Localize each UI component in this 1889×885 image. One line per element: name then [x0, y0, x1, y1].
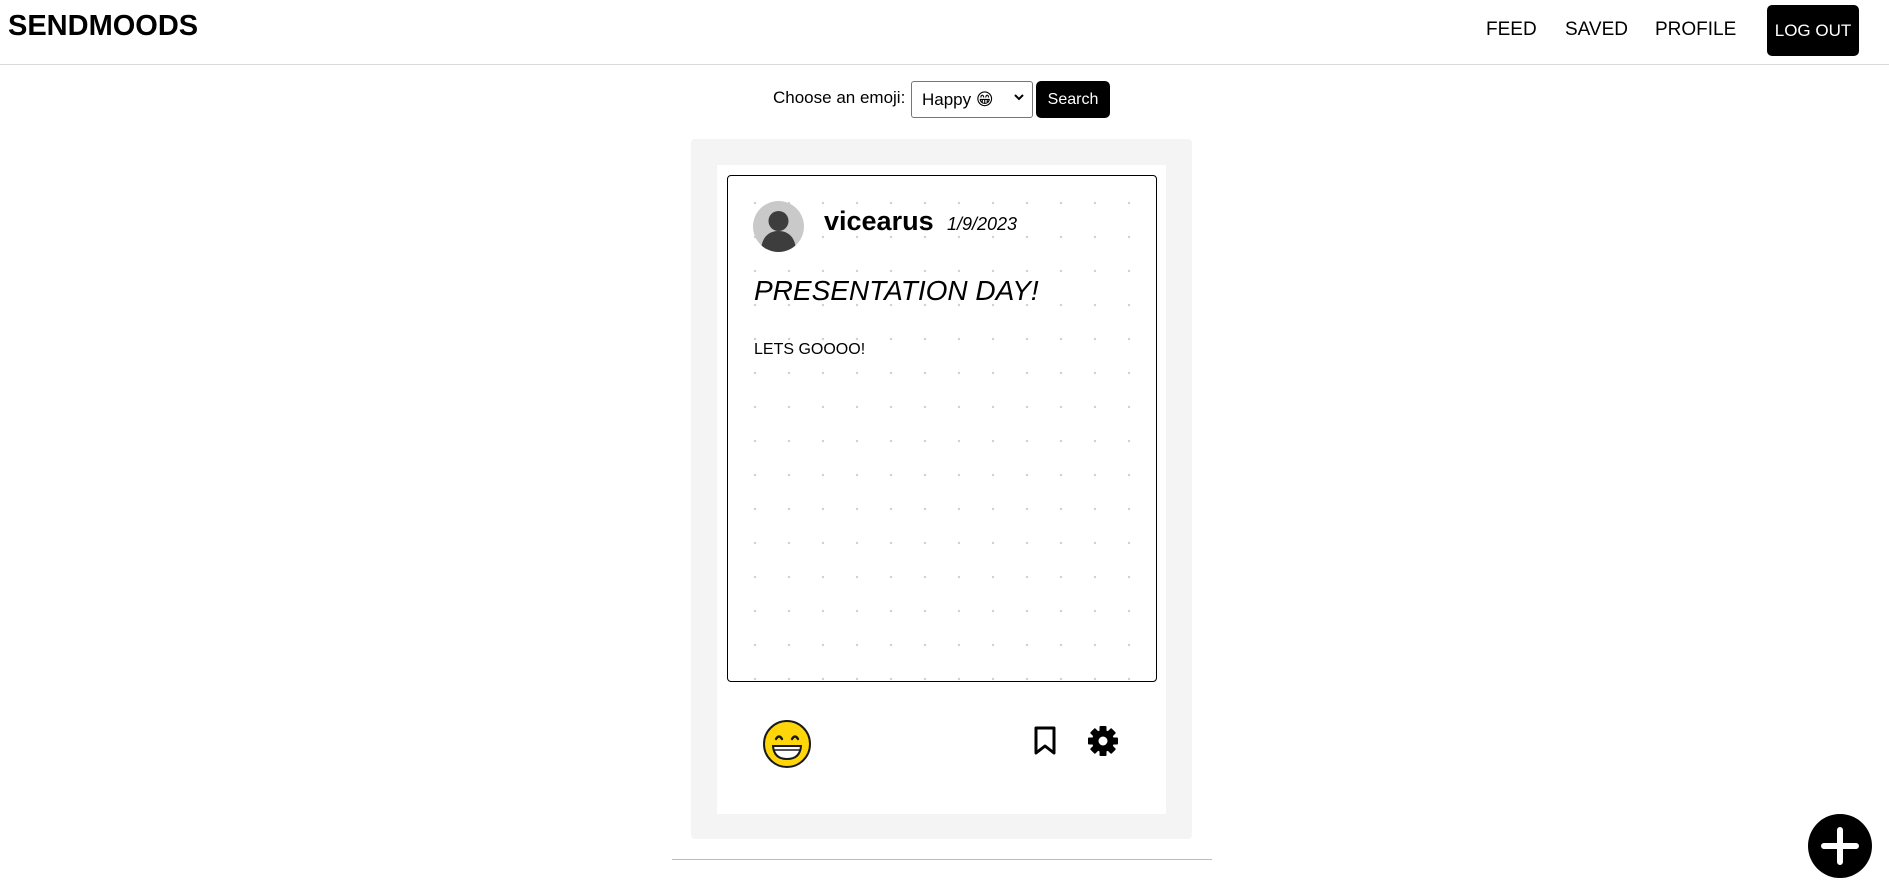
add-post-button[interactable]	[1808, 814, 1872, 878]
post-username[interactable]: vicearus	[824, 206, 934, 237]
search-button[interactable]: Search	[1036, 81, 1110, 118]
chevron-down-icon	[1013, 90, 1025, 107]
post-date: 1/9/2023	[947, 214, 1018, 234]
gear-icon[interactable]	[1087, 725, 1119, 757]
nav-saved-link[interactable]: SAVED	[1565, 19, 1628, 41]
plus-icon	[1821, 827, 1859, 865]
bookmark-icon[interactable]	[1033, 726, 1057, 756]
avatar[interactable]	[753, 201, 804, 252]
emoji-select[interactable]: Happy 😁	[911, 81, 1033, 118]
user-silhouette-icon	[761, 211, 796, 252]
post-note: vicearus 1/9/2023 PRESENTATION DAY! LETS…	[727, 175, 1157, 682]
feed-divider	[672, 859, 1212, 860]
brand-logo[interactable]: SENDMOODS	[8, 10, 198, 43]
grinning-face-icon	[762, 719, 812, 769]
emoji-filter-label: Choose an emoji:	[773, 88, 906, 107]
top-navbar: SENDMOODS FEED SAVED PROFILE LOG OUT	[0, 0, 1889, 65]
post-card: vicearus 1/9/2023 PRESENTATION DAY! LETS…	[691, 139, 1192, 839]
post-card-inner: vicearus 1/9/2023 PRESENTATION DAY! LETS…	[717, 165, 1166, 814]
nav-feed-link[interactable]: FEED	[1486, 19, 1537, 41]
post-title: PRESENTATION DAY!	[754, 275, 1039, 306]
nav-profile-link[interactable]: PROFILE	[1655, 19, 1736, 41]
post-body: LETS GOOOO!	[754, 341, 866, 358]
logout-button[interactable]: LOG OUT	[1767, 5, 1859, 56]
emoji-select-value: Happy 😁	[922, 89, 994, 109]
